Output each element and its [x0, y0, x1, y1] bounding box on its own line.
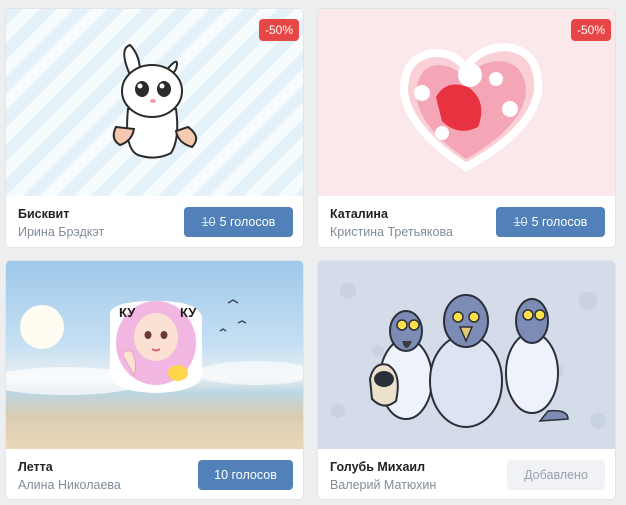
sticker-pack-card-golub-mikhail[interactable]: Голубь Михаил Валерий Матюхин Добавлено	[318, 261, 615, 499]
pack-name[interactable]: Летта	[18, 460, 53, 474]
sticker-pack-card-biskvit[interactable]: -50% Бисквит Ирина Брэдкэт 10 5 голосов	[6, 9, 303, 247]
added-button[interactable]: Добавлено	[507, 460, 605, 490]
price-label: 5 голосов	[219, 215, 276, 229]
card-info: Голубь Михаил Валерий Матюхин Добавлено	[318, 449, 615, 499]
card-info: Бисквит Ирина Брэдкэт 10 5 голосов	[6, 196, 303, 247]
sticker-preview-golub-mikhail[interactable]	[318, 261, 615, 449]
old-price: 10	[201, 215, 216, 229]
pack-name[interactable]: Голубь Михаил	[330, 460, 425, 474]
price-label: 5 голосов	[531, 215, 588, 229]
sticker-caption-left: КУ	[119, 305, 136, 320]
buy-button[interactable]: 10 голосов	[198, 460, 293, 490]
pigeons-sticker-image	[331, 283, 606, 429]
old-price: 10	[513, 215, 528, 229]
pack-author[interactable]: Ирина Брэдкэт	[18, 225, 104, 239]
girl-beach-sticker-image	[6, 299, 303, 395]
pack-name[interactable]: Бисквит	[18, 207, 69, 221]
buy-button[interactable]: 10 5 голосов	[184, 207, 293, 237]
buy-button[interactable]: 10 5 голосов	[496, 207, 605, 237]
card-info: Каталина Кристина Третьякова 10 5 голосов	[318, 196, 615, 247]
discount-badge: -50%	[258, 19, 299, 41]
pack-author[interactable]: Алина Николаева	[18, 478, 121, 492]
card-info: Летта Алина Николаева 10 голосов	[6, 449, 303, 499]
pack-author[interactable]: Валерий Матюхин	[330, 478, 436, 492]
sticker-preview-katalina[interactable]: -50%	[318, 9, 615, 196]
sticker-pack-card-letta[interactable]: КУ КУ Летта Алина Николаева 10 голосов	[6, 261, 303, 499]
discount-badge: -50%	[570, 19, 611, 41]
pack-name[interactable]: Каталина	[330, 207, 388, 221]
sticker-caption-right: КУ	[180, 305, 197, 320]
sticker-preview-biskvit[interactable]: -50%	[6, 9, 303, 196]
pack-author[interactable]: Кристина Третьякова	[330, 225, 453, 239]
sticker-pack-card-katalina[interactable]: -50% Каталина Кристина Третьякова 10 5 го…	[318, 9, 615, 247]
sticker-preview-letta[interactable]: КУ КУ	[6, 261, 303, 449]
